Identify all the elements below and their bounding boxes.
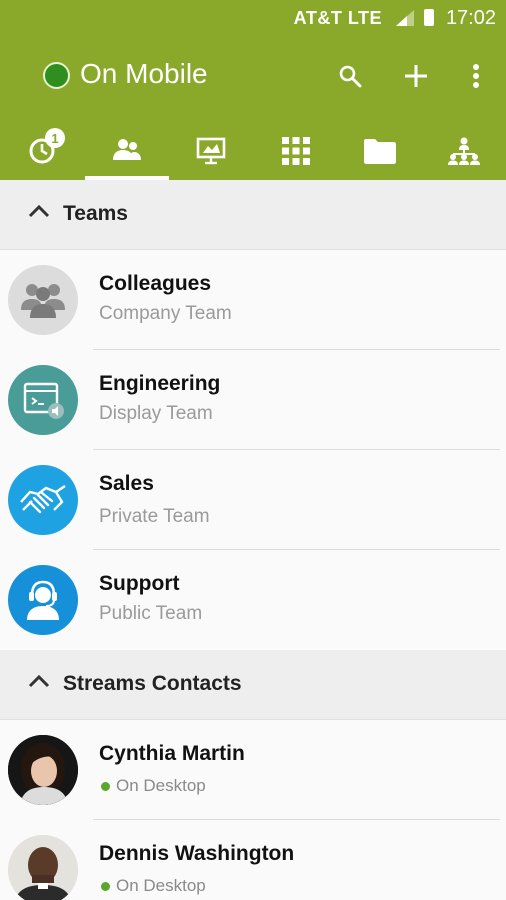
status-bar: AT&T LTE 17:02 xyxy=(0,0,506,36)
plus-icon xyxy=(405,65,427,87)
presence-status-dot[interactable] xyxy=(43,62,70,89)
avatar xyxy=(8,735,78,805)
recent-badge: 1 xyxy=(45,128,65,148)
handshake-icon xyxy=(8,465,78,535)
display-window-icon xyxy=(8,365,78,435)
chevron-up-icon xyxy=(28,674,50,688)
team-row-engineering[interactable]: Engineering Display Team xyxy=(0,350,506,450)
team-name: Support xyxy=(99,572,180,595)
team-name: Sales xyxy=(99,472,154,495)
battery-icon xyxy=(424,9,434,26)
section-title: Streams Contacts xyxy=(63,672,242,695)
tab-bar: 1 xyxy=(0,122,506,180)
contact-presence: On Desktop xyxy=(101,876,206,896)
team-type: Private Team xyxy=(99,506,210,527)
tab-recent[interactable]: 1 xyxy=(0,122,84,180)
tab-org[interactable] xyxy=(422,122,506,180)
team-row-sales[interactable]: Sales Private Team xyxy=(0,450,506,550)
section-title: Teams xyxy=(63,202,128,225)
contact-presence: On Desktop xyxy=(101,776,206,796)
team-row-colleagues[interactable]: Colleagues Company Team xyxy=(0,250,506,350)
team-type: Company Team xyxy=(99,303,232,324)
avatar xyxy=(8,835,78,900)
more-vert-icon xyxy=(473,64,479,88)
team-name: Colleagues xyxy=(99,272,212,295)
clock: 17:02 xyxy=(445,7,496,29)
folder-icon xyxy=(364,139,396,164)
signal-icon xyxy=(396,10,414,26)
section-header-teams[interactable]: Teams xyxy=(0,180,506,250)
online-dot xyxy=(101,881,110,891)
contacts-icon xyxy=(113,139,141,160)
carrier-label: AT&T LTE xyxy=(293,8,382,28)
tab-files[interactable] xyxy=(338,122,422,180)
tab-apps[interactable] xyxy=(254,122,338,180)
presence-label: On Desktop xyxy=(116,876,206,895)
online-dot xyxy=(101,781,110,791)
search-button[interactable] xyxy=(330,56,370,96)
board-icon xyxy=(196,137,226,165)
tab-board[interactable] xyxy=(169,122,253,180)
presence-label: On Desktop xyxy=(116,776,206,795)
team-name: Engineering xyxy=(99,372,221,395)
chevron-up-icon xyxy=(28,204,50,218)
headset-agent-icon xyxy=(8,565,78,635)
presence-status-label[interactable]: On Mobile xyxy=(80,58,208,90)
team-type: Display Team xyxy=(99,403,213,424)
contact-name: Cynthia Martin xyxy=(99,742,245,765)
section-header-contacts[interactable]: Streams Contacts xyxy=(0,650,506,720)
app-bar: On Mobile 1 xyxy=(0,36,506,180)
org-chart-icon xyxy=(448,137,480,165)
group-icon xyxy=(8,265,78,335)
team-row-support[interactable]: Support Public Team xyxy=(0,550,506,650)
add-button[interactable] xyxy=(396,56,436,96)
apps-grid-icon xyxy=(282,137,310,165)
contact-row-dennis-washington[interactable]: Dennis Washington On Desktop xyxy=(0,820,506,900)
contact-row-cynthia-martin[interactable]: Cynthia Martin On Desktop xyxy=(0,720,506,820)
contact-name: Dennis Washington xyxy=(99,842,295,865)
team-type: Public Team xyxy=(99,603,203,624)
tab-contacts[interactable] xyxy=(85,122,169,180)
overflow-menu-button[interactable] xyxy=(456,56,496,96)
search-icon xyxy=(339,65,362,88)
